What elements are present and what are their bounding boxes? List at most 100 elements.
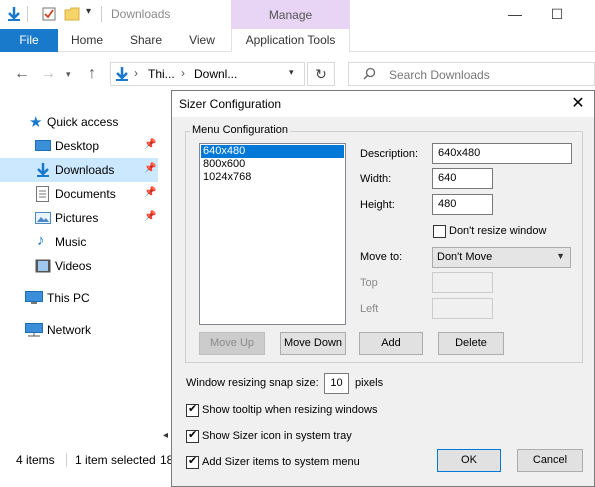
explorer-titlebar: ▾ Downloads Manage — ☐ <box>0 0 595 29</box>
add-items-label: Add Sizer items to system menu <box>202 456 360 468</box>
width-field[interactable]: 640 <box>432 168 493 189</box>
window-title: Downloads <box>111 7 171 21</box>
new-folder-icon[interactable] <box>64 6 80 22</box>
breadcrumb-chevron-icon: › <box>134 66 138 80</box>
downloads-icon <box>35 162 51 181</box>
pin-icon[interactable]: 📌 <box>144 187 156 198</box>
move-to-value: Don't Move <box>437 251 493 263</box>
search-placeholder: Search Downloads <box>389 68 490 82</box>
description-label: Description: <box>360 148 419 160</box>
pin-icon[interactable]: 📌 <box>144 139 156 150</box>
move-to-select[interactable]: Don't Move ▼ <box>432 247 571 268</box>
search-input[interactable]: Search Downloads <box>348 62 595 86</box>
tab-view[interactable]: View <box>182 29 222 52</box>
description-field[interactable]: 640x480 <box>432 143 572 164</box>
sidebar-item-music[interactable]: ♪ Music <box>0 230 158 254</box>
sidebar-item-label: Pictures <box>55 211 99 225</box>
menu-configuration-label: Menu Configuration <box>190 124 291 136</box>
top-field <box>432 272 493 293</box>
list-item[interactable]: 640x480 <box>201 145 344 158</box>
breadcrumb-downloads[interactable]: Downl... <box>194 67 237 81</box>
show-tooltip-label: Show tooltip when resizing windows <box>202 404 378 416</box>
up-arrow-icon[interactable]: ↑ <box>88 65 96 83</box>
sidebar-item-quick-access[interactable]: ★ Quick access <box>0 110 158 134</box>
maximize-icon[interactable]: ☐ <box>542 4 572 24</box>
navigation-pane: ★ Quick access Desktop 📌 Downloads 📌 Doc… <box>0 100 170 445</box>
scroll-left-icon[interactable]: ◂ <box>163 430 168 441</box>
delete-button[interactable]: Delete <box>438 332 504 355</box>
snap-size-field[interactable]: 10 <box>324 373 349 394</box>
sidebar-item-label: This PC <box>47 291 90 305</box>
menu-items-list[interactable]: 640x480 800x600 1024x768 <box>199 143 346 325</box>
address-bar[interactable]: › Thi... › Downl... ▾ <box>110 62 305 86</box>
title-divider <box>101 6 102 22</box>
address-dropdown-icon[interactable]: ▾ <box>289 67 294 78</box>
music-note-icon: ♪ <box>37 232 45 249</box>
add-button[interactable]: Add <box>359 332 423 355</box>
sidebar-item-label: Documents <box>55 187 116 201</box>
status-divider <box>66 453 67 467</box>
tab-file[interactable]: File <box>0 29 58 52</box>
sidebar-item-label: Network <box>47 323 92 337</box>
add-items-checkbox[interactable]: ✔ <box>186 455 199 469</box>
star-icon: ★ <box>29 114 43 131</box>
dialog-titlebar: Sizer Configuration ✕ <box>172 91 594 117</box>
show-icon-checkbox[interactable]: ✔ <box>186 429 199 443</box>
sidebar-item-network[interactable]: Network <box>0 318 158 342</box>
width-label: Width: <box>360 173 392 185</box>
breadcrumb-this-pc[interactable]: Thi... <box>148 67 175 81</box>
videos-icon <box>35 259 51 276</box>
dialog-title: Sizer Configuration <box>179 97 282 111</box>
network-icon <box>25 323 43 340</box>
sidebar-item-label: Quick access <box>47 115 119 129</box>
pin-icon[interactable]: 📌 <box>144 211 156 222</box>
minimize-icon[interactable]: — <box>500 4 530 24</box>
status-bar: 4 items 1 item selected 18 <box>0 449 180 471</box>
properties-icon[interactable] <box>41 6 57 22</box>
left-label: Left <box>360 303 379 315</box>
list-item[interactable]: 1024x768 <box>201 171 344 184</box>
refresh-icon[interactable]: ↻ <box>307 62 335 86</box>
qat-dropdown-icon[interactable]: ▾ <box>86 6 91 17</box>
ok-button[interactable]: OK <box>437 449 501 472</box>
back-arrow-icon[interactable]: ← <box>14 65 30 83</box>
sidebar-item-label: Videos <box>55 259 92 273</box>
qat-divider <box>27 6 28 22</box>
tab-home[interactable]: Home <box>66 29 108 52</box>
sizer-configuration-dialog: Sizer Configuration ✕ Menu Configuration… <box>171 90 595 487</box>
recent-locations-icon[interactable]: ▾ <box>66 69 71 80</box>
sidebar-item-this-pc[interactable]: This PC <box>0 286 158 310</box>
sidebar-item-documents[interactable]: Documents 📌 <box>0 182 158 206</box>
tab-share[interactable]: Share <box>124 29 168 52</box>
sidebar-item-pictures[interactable]: Pictures 📌 <box>0 206 158 230</box>
close-icon[interactable]: ✕ <box>568 93 588 113</box>
chevron-down-icon: ▼ <box>556 251 565 261</box>
sidebar-item-desktop[interactable]: Desktop 📌 <box>0 134 158 158</box>
show-tooltip-checkbox[interactable]: ✔ <box>186 403 199 417</box>
move-to-label: Move to: <box>360 251 403 263</box>
left-field <box>432 298 493 319</box>
sidebar-item-videos[interactable]: Videos <box>0 254 158 278</box>
move-down-button[interactable]: Move Down <box>280 332 346 355</box>
move-up-button[interactable]: Move Up <box>199 332 265 355</box>
height-label: Height: <box>360 199 395 211</box>
desktop-icon <box>35 140 51 155</box>
sidebar-item-label: Music <box>55 235 87 249</box>
snap-size-label: Window resizing snap size: <box>186 377 319 389</box>
cancel-button[interactable]: Cancel <box>517 449 583 472</box>
documents-icon <box>36 186 50 205</box>
forward-arrow-icon[interactable]: → <box>40 65 56 83</box>
pin-icon[interactable]: 📌 <box>144 163 156 174</box>
top-label: Top <box>360 277 378 289</box>
height-field[interactable]: 480 <box>432 194 493 215</box>
pictures-icon <box>35 212 51 227</box>
list-item[interactable]: 800x600 <box>201 158 344 171</box>
checkmark-icon: ✔ <box>188 455 198 467</box>
manage-tab-label: Manage <box>268 8 313 22</box>
tab-application-tools[interactable]: Application Tools <box>231 29 350 52</box>
snap-size-unit: pixels <box>355 377 384 389</box>
dont-resize-checkbox[interactable] <box>433 225 446 238</box>
show-icon-label: Show Sizer icon in system tray <box>202 430 352 442</box>
status-selected: 1 item selected <box>75 453 156 467</box>
sidebar-item-downloads[interactable]: Downloads 📌 <box>0 158 158 182</box>
